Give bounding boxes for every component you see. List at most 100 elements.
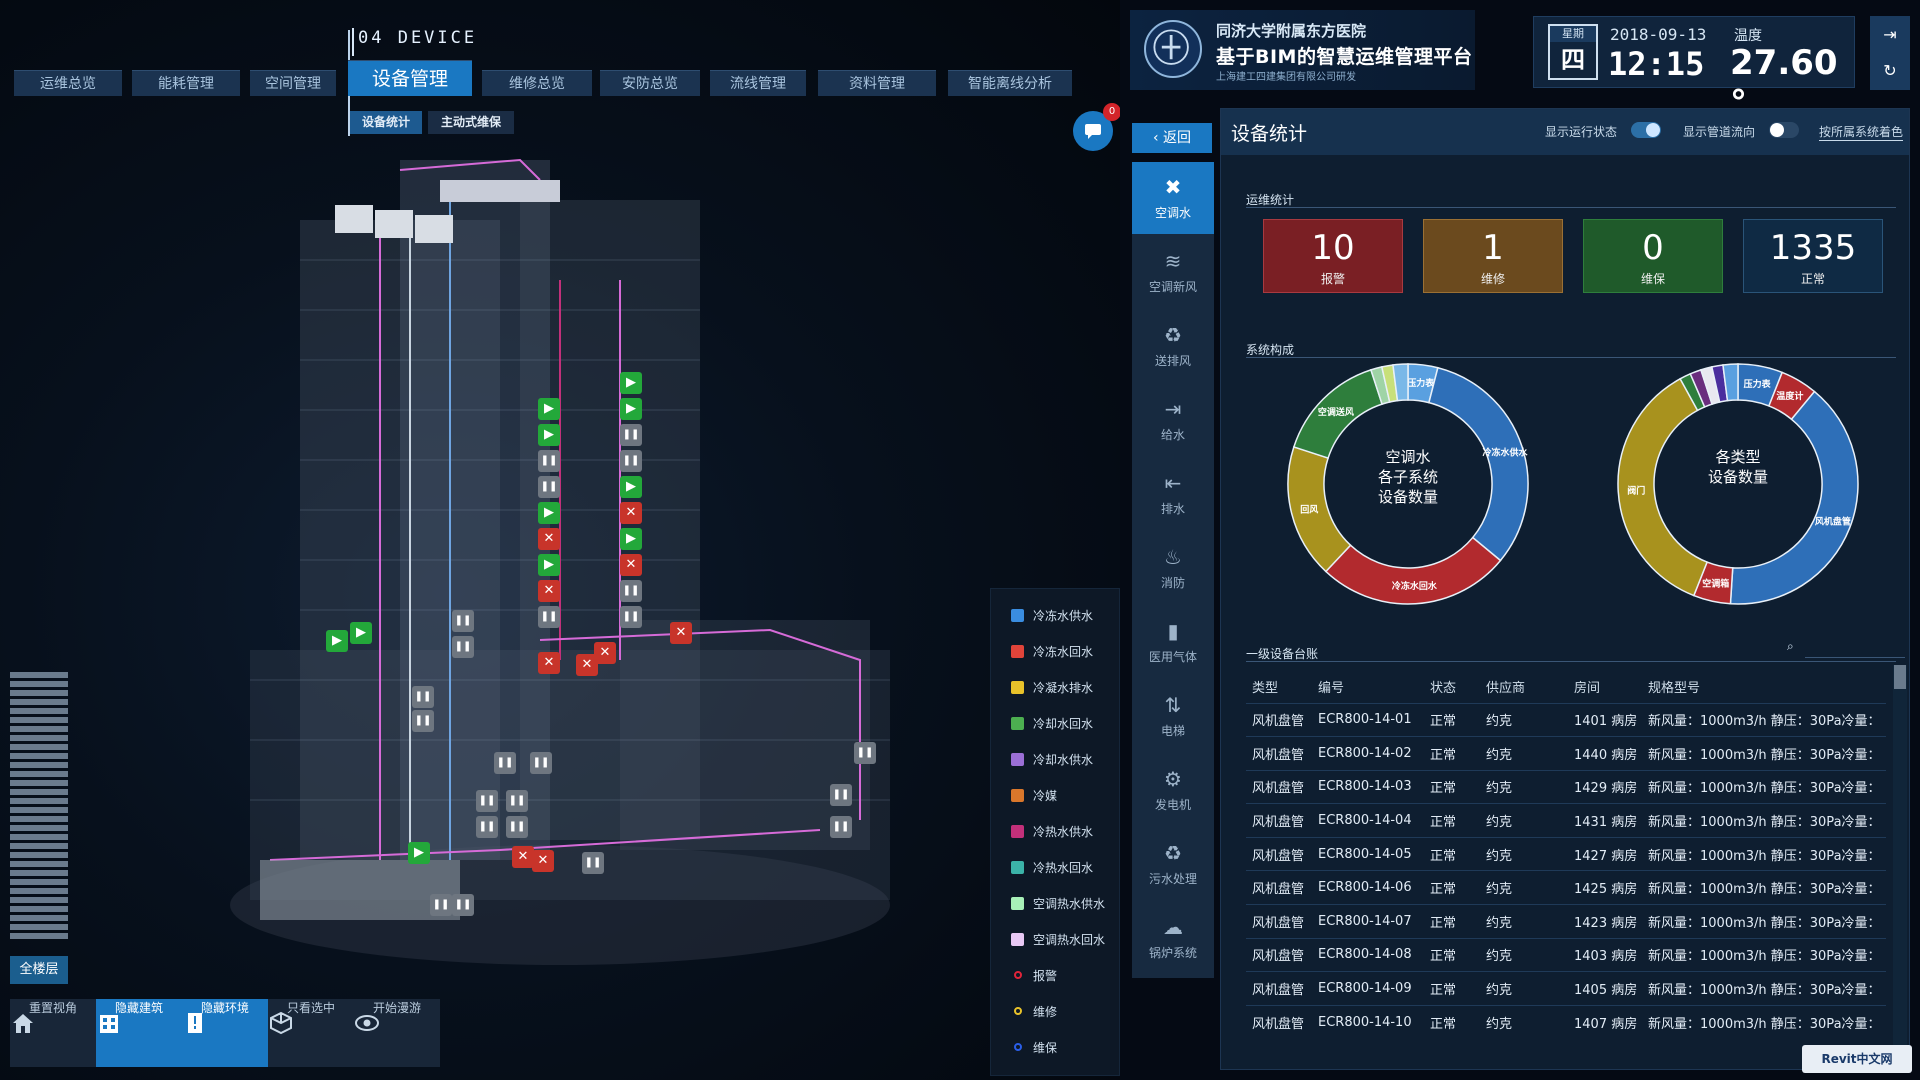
paused-status-icon[interactable]: ❚❚ (412, 710, 434, 732)
floor-bar[interactable] (10, 807, 68, 813)
table-row[interactable]: 风机盘管 ECR800-14-02 正常 约克 1440 病房 新风量：1000m3/h … (1246, 736, 1886, 771)
alarm-status-icon[interactable]: ✕ (532, 850, 554, 872)
running-status-icon[interactable]: ▶ (620, 372, 642, 394)
ledger-header-cell[interactable]: 供应商 (1480, 671, 1568, 703)
back-button[interactable]: ‹ 返回 (1132, 123, 1212, 153)
paused-status-icon[interactable]: ❚❚ (830, 816, 852, 838)
donut-slice[interactable] (1324, 536, 1502, 605)
paused-status-icon[interactable]: ❚❚ (582, 852, 604, 874)
table-row[interactable]: 风机盘管 ECR800-14-05 正常 约克 1427 病房 新风量：1000m3/h … (1246, 836, 1886, 871)
paused-status-icon[interactable]: ❚❚ (538, 606, 560, 628)
floor-bar[interactable] (10, 861, 68, 867)
floor-bar[interactable] (10, 717, 68, 723)
running-status-icon[interactable]: ▶ (620, 528, 642, 550)
floor-bar[interactable] (10, 897, 68, 903)
running-status-icon[interactable]: ▶ (538, 502, 560, 524)
refresh-button[interactable]: ↻ (1870, 52, 1910, 90)
running-status-icon[interactable]: ▶ (538, 554, 560, 576)
paused-status-icon[interactable]: ❚❚ (476, 790, 498, 812)
category-ac[interactable]: ✖ 空调水 (1132, 162, 1214, 234)
running-status-icon[interactable]: ▶ (408, 842, 430, 864)
color-by-system-link[interactable]: 按所属系统着色 (1819, 123, 1904, 141)
bim-3d-viewport[interactable]: ▶ ▶ ❚❚ ❚❚ ▶ ✕ ▶ ✕ ❚❚ ✕ ▶ ▶ ❚❚ ❚❚ ▶ ✕ ▶ ✕ ❚❚ ❚❚ ✕ ✕ ✕ ▶ ▶ ❚❚ ❚❚ ❚❚ ❚❚… (0, 0, 1120, 1080)
running-status-icon[interactable]: ▶ (538, 424, 560, 446)
floor-bar[interactable] (10, 843, 68, 849)
category-elevator[interactable]: ⇅ 电梯 (1132, 680, 1214, 752)
stat-card[interactable]: 1 维修 (1423, 219, 1563, 293)
tab-energy[interactable]: 能耗管理 (132, 70, 240, 96)
paused-status-icon[interactable]: ❚❚ (620, 580, 642, 602)
reset-view-button[interactable]: 重置视角 (10, 999, 96, 1067)
donut-slice[interactable] (1729, 390, 1859, 605)
floor-bar[interactable] (10, 699, 68, 705)
ledger-header-cell[interactable]: 房间 (1568, 671, 1642, 703)
alarm-status-icon[interactable]: ✕ (620, 502, 642, 524)
floor-bar[interactable] (10, 798, 68, 804)
category-boiler[interactable]: ☁ 锅炉系统 (1132, 902, 1214, 974)
floor-bar[interactable] (10, 852, 68, 858)
floor-bar[interactable] (10, 744, 68, 750)
ledger-header-cell[interactable]: 规格型号 (1642, 671, 1886, 703)
all-floors-button[interactable]: 全楼层 (10, 956, 68, 984)
logout-button[interactable]: ⇥ (1870, 16, 1910, 54)
subtab-proactive-maintenance[interactable]: 主动式维保 (428, 111, 514, 134)
ledger-header-cell[interactable]: 类型 (1246, 671, 1312, 703)
paused-status-icon[interactable]: ❚❚ (830, 784, 852, 806)
search-icon[interactable]: ⌕ (1787, 639, 1794, 654)
floor-bar[interactable] (10, 681, 68, 687)
category-generator[interactable]: ⚙ 发电机 (1132, 754, 1214, 826)
building-model[interactable] (0, 0, 1120, 1080)
alarm-status-icon[interactable]: ✕ (620, 554, 642, 576)
table-row[interactable]: 风机盘管 ECR800-14-09 正常 约克 1405 病房 新风量：1000m3/h … (1246, 971, 1886, 1006)
tab-device-mgmt[interactable]: 设备管理 (348, 60, 472, 96)
paused-status-icon[interactable]: ❚❚ (538, 450, 560, 472)
floor-bar[interactable] (10, 879, 68, 885)
floor-bar[interactable] (10, 753, 68, 759)
tab-ops-overview[interactable]: 运维总览 (14, 70, 122, 96)
scroll-thumb[interactable] (1894, 665, 1906, 689)
floor-bar[interactable] (10, 816, 68, 822)
floor-bar[interactable] (10, 933, 68, 939)
alarm-status-icon[interactable]: ✕ (670, 622, 692, 644)
isolate-selection-button[interactable]: 只看选中 (268, 999, 354, 1067)
floor-bar[interactable] (10, 672, 68, 678)
paused-status-icon[interactable]: ❚❚ (506, 790, 528, 812)
paused-status-icon[interactable]: ❚❚ (452, 636, 474, 658)
alarm-status-icon[interactable]: ✕ (538, 528, 560, 550)
floor-bar[interactable] (10, 726, 68, 732)
paused-status-icon[interactable]: ❚❚ (452, 894, 474, 916)
ledger-scrollbar[interactable] (1893, 665, 1907, 1045)
tab-security[interactable]: 安防总览 (600, 70, 700, 96)
stat-card[interactable]: 10 报警 (1263, 219, 1403, 293)
paused-status-icon[interactable]: ❚❚ (506, 816, 528, 838)
floor-bar[interactable] (10, 906, 68, 912)
pipe-flow-toggle[interactable] (1769, 122, 1799, 138)
tab-repair[interactable]: 维修总览 (482, 70, 592, 96)
paused-status-icon[interactable]: ❚❚ (452, 610, 474, 632)
floor-bar[interactable] (10, 690, 68, 696)
stat-card[interactable]: 1335 正常 (1743, 219, 1883, 293)
tab-flow[interactable]: 流线管理 (710, 70, 806, 96)
table-row[interactable]: 风机盘管 ECR800-14-08 正常 约克 1403 病房 新风量：1000m3/h … (1246, 937, 1886, 972)
tab-documents[interactable]: 资料管理 (818, 70, 936, 96)
paused-status-icon[interactable]: ❚❚ (476, 816, 498, 838)
hide-environment-button[interactable]: 隐藏环境 (182, 999, 268, 1067)
category-water-out[interactable]: ⇤ 排水 (1132, 458, 1214, 530)
search-input[interactable] (1805, 657, 1905, 658)
table-row[interactable]: 风机盘管 ECR800-14-03 正常 约克 1429 病房 新风量：1000m3/h … (1246, 769, 1886, 804)
ledger-header-cell[interactable]: 编号 (1312, 671, 1424, 703)
floor-bar[interactable] (10, 924, 68, 930)
paused-status-icon[interactable]: ❚❚ (620, 606, 642, 628)
alarm-status-icon[interactable]: ✕ (538, 652, 560, 674)
alarm-status-icon[interactable]: ✕ (538, 580, 560, 602)
table-row[interactable]: 风机盘管 ECR800-14-07 正常 约克 1423 病房 新风量：1000m3/h … (1246, 904, 1886, 939)
category-wind[interactable]: ≋ 空调新风 (1132, 236, 1214, 308)
category-sewage[interactable]: ♻ 污水处理 (1132, 828, 1214, 900)
running-status-icon[interactable]: ▶ (620, 398, 642, 420)
paused-status-icon[interactable]: ❚❚ (854, 742, 876, 764)
category-recycle[interactable]: ♻ 送排风 (1132, 310, 1214, 382)
paused-status-icon[interactable]: ❚❚ (538, 476, 560, 498)
running-status-icon[interactable]: ▶ (620, 476, 642, 498)
floor-bar[interactable] (10, 780, 68, 786)
paused-status-icon[interactable]: ❚❚ (412, 686, 434, 708)
